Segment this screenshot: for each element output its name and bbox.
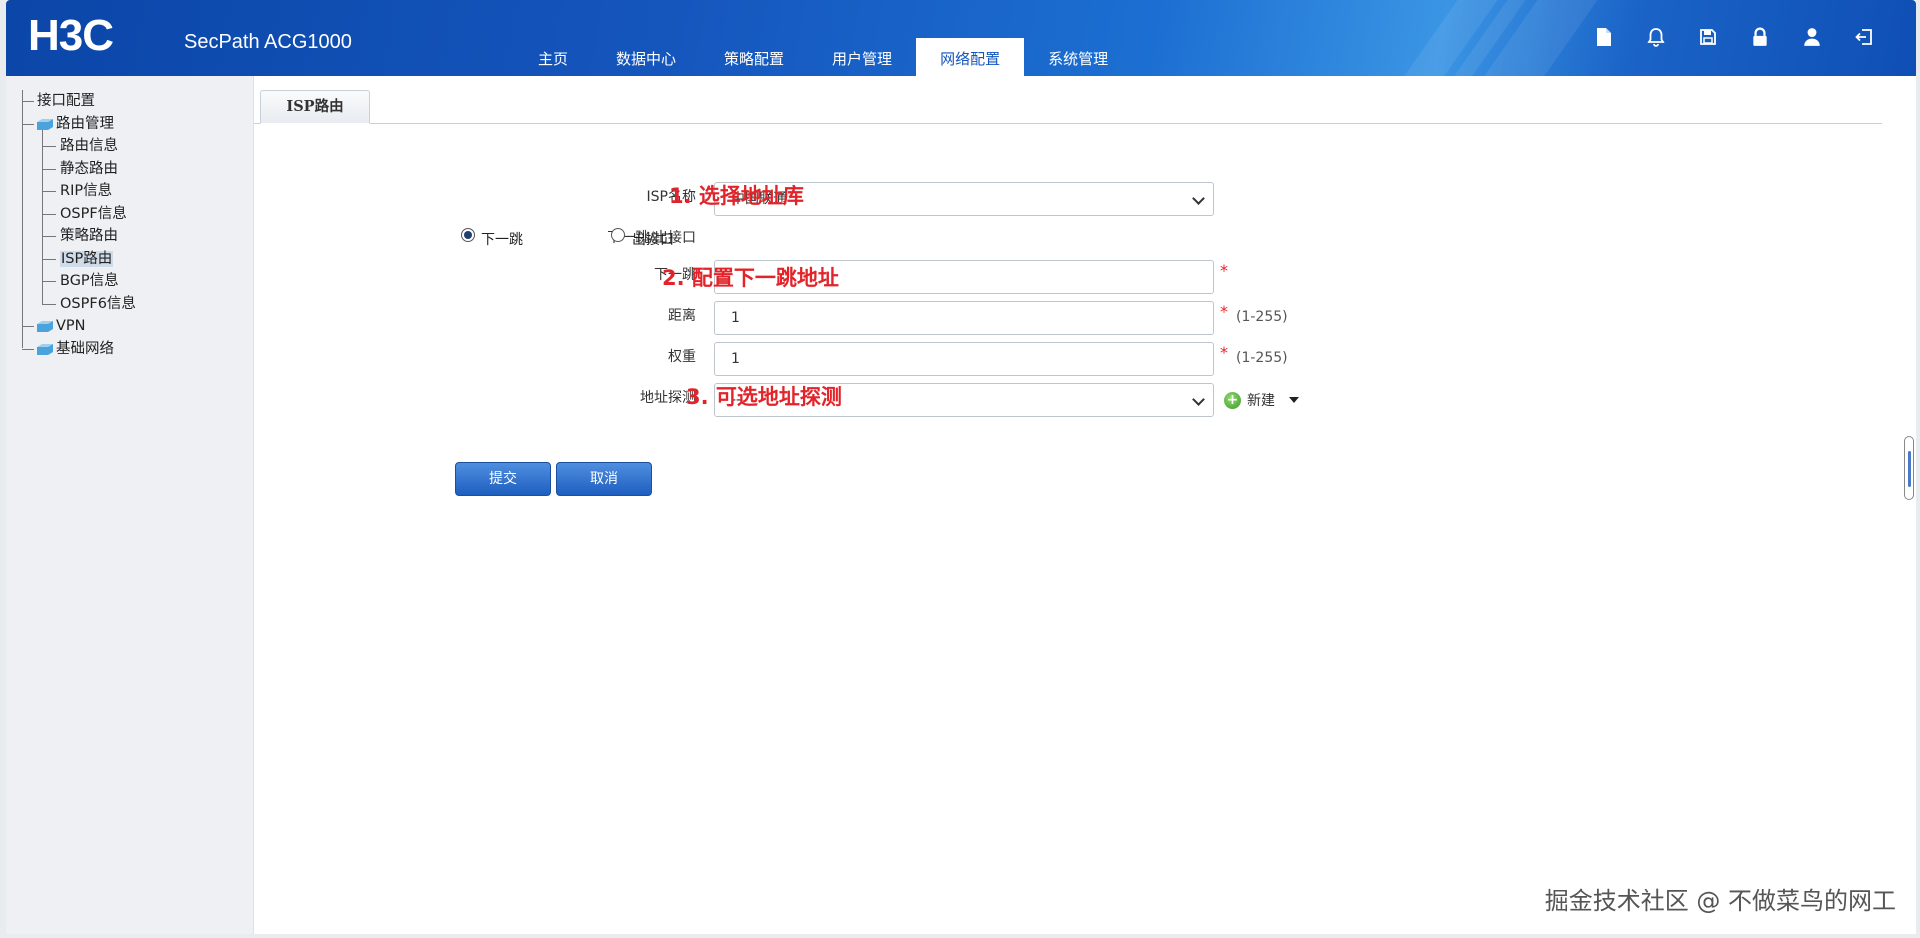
cancel-button[interactable]: 取消 — [556, 462, 652, 496]
submit-button[interactable]: 提交 — [455, 462, 551, 496]
header-toolbar — [1594, 26, 1874, 48]
tree-item-vpn[interactable]: VPN — [22, 315, 136, 338]
h3c-logo: H3C — [28, 11, 114, 60]
tree-item-policy-route[interactable]: 策略路由 — [22, 225, 136, 248]
document-icon[interactable] — [1594, 26, 1614, 48]
new-probe-button[interactable]: + 新建 — [1224, 390, 1299, 410]
product-name: SecPath ACG1000 — [184, 31, 352, 53]
nav-tree: 接口配置 路由管理 路由信息 静态路由 RIP信息 OSPF信息 策略路由 IS… — [22, 90, 136, 360]
tree-item-route-management[interactable]: 路由管理 — [22, 113, 136, 136]
weight-input[interactable]: 1 — [714, 342, 1214, 376]
tree-item-bgp-info[interactable]: BGP信息 — [22, 270, 136, 293]
bell-icon[interactable] — [1646, 26, 1666, 48]
main-content: ISP路由 ISP名称 中国联通 1. 选择地址库 下一跳/出接口 下一跳 出接… — [254, 76, 1916, 934]
weight-range: (1-255) — [1236, 350, 1288, 366]
annotation-3: 3. 可选地址探测 — [686, 385, 842, 409]
distance-label: 距离 — [668, 308, 696, 324]
folder-icon — [37, 321, 53, 332]
main-nav: 主页 数据中心 策略配置 用户管理 网络配置 系统管理 — [514, 38, 1132, 76]
nav-home[interactable]: 主页 — [514, 38, 592, 76]
sidebar: 接口配置 路由管理 路由信息 静态路由 RIP信息 OSPF信息 策略路由 IS… — [6, 76, 254, 934]
logout-icon[interactable] — [1854, 26, 1874, 48]
tree-item-basic-network[interactable]: 基础网络 — [22, 338, 136, 361]
tree-item-route-info[interactable]: 路由信息 — [22, 135, 136, 158]
tree-item-ospf-info[interactable]: OSPF信息 — [22, 203, 136, 226]
isp-name-label: ISP名称 — [646, 189, 696, 205]
tree-item-ospf6-info[interactable]: OSPF6信息 — [22, 293, 136, 316]
new-label: 新建 — [1247, 393, 1275, 409]
lock-icon[interactable] — [1750, 26, 1770, 48]
tree-item-interface-config[interactable]: 接口配置 — [22, 90, 136, 113]
top-header: H3C SecPath ACG1000 主页 数据中心 策略配置 用户管理 网络… — [6, 0, 1916, 76]
tab-isp-route[interactable]: ISP路由 — [260, 90, 370, 124]
radio-out-interface-label: 出接口 — [632, 232, 674, 248]
tree-item-rip-info[interactable]: RIP信息 — [22, 180, 136, 203]
distance-input[interactable]: 1 — [714, 301, 1214, 335]
folder-icon — [37, 118, 53, 130]
watermark: 掘金技术社区 @ 不做菜鸟的网工 — [1544, 887, 1896, 915]
save-icon[interactable] — [1698, 26, 1718, 48]
nav-policy-config[interactable]: 策略配置 — [700, 38, 808, 76]
user-icon[interactable] — [1802, 26, 1822, 48]
scrollbar[interactable] — [1904, 436, 1914, 500]
required-mark: * — [1220, 302, 1228, 321]
annotation-2: 2. 配置下一跳地址 — [662, 266, 839, 290]
dropdown-caret-icon[interactable] — [1289, 397, 1299, 403]
radio-nexthop[interactable] — [461, 228, 475, 242]
folder-icon — [37, 343, 53, 355]
radio-out-interface[interactable] — [611, 228, 625, 242]
probe-label: 地址探测 — [640, 390, 696, 406]
required-mark: * — [1220, 261, 1228, 280]
tab-bar: ISP路由 — [254, 88, 1882, 124]
tree-item-static-route[interactable]: 静态路由 — [22, 158, 136, 181]
nav-data-center[interactable]: 数据中心 — [592, 38, 700, 76]
weight-label: 权重 — [668, 349, 696, 365]
distance-range: (1-255) — [1236, 309, 1288, 325]
nav-user-management[interactable]: 用户管理 — [808, 38, 916, 76]
tree-item-isp-route[interactable]: ISP路由 — [22, 248, 136, 271]
required-mark: * — [1220, 343, 1228, 362]
plus-icon: + — [1224, 391, 1241, 409]
annotation-1: 1. 选择地址库 — [669, 184, 804, 208]
nav-network-config[interactable]: 网络配置 — [916, 38, 1025, 76]
radio-nexthop-label: 下一跳 — [481, 232, 523, 248]
nav-system-management[interactable]: 系统管理 — [1024, 38, 1132, 76]
